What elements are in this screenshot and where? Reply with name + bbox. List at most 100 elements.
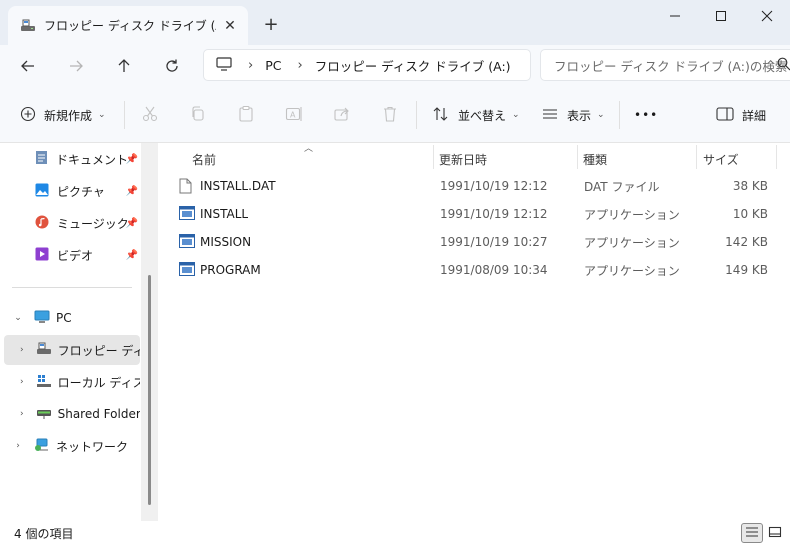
share-button[interactable] [333, 99, 351, 131]
chevron-down-icon[interactable]: ⌄ [12, 313, 24, 323]
sidebar-item-pictures[interactable]: ピクチャ 📌 [0, 176, 140, 206]
table-row[interactable]: PROGRAM 1991/08/09 10:34 アプリケーション 149 KB [176, 257, 776, 283]
videos-icon [35, 247, 49, 264]
minimize-icon[interactable] [652, 0, 698, 32]
breadcrumb-floppy[interactable]: フロッピー ディスク ドライブ (A:) [315, 56, 511, 75]
sidebar-divider [12, 287, 132, 288]
paste-button[interactable] [237, 99, 255, 131]
sidebar-scrollbar[interactable] [141, 143, 158, 521]
file-list: ︿ 名前 更新日時 種類 サイズ INSTALL.DAT 1991/10/19 … [160, 143, 790, 521]
chevron-right-icon[interactable]: › [20, 409, 24, 419]
file-type: アプリケーション [584, 207, 680, 222]
pin-icon[interactable]: 📌 [126, 250, 138, 261]
tab-title: フロッピー ディスク ドライブ (A:) [44, 19, 216, 33]
chevron-right-icon[interactable]: › [12, 441, 24, 451]
breadcrumb-chevron-icon: › [248, 57, 254, 73]
file-type: アプリケーション [584, 235, 680, 250]
new-tab-button[interactable]: + [258, 11, 284, 37]
more-options-button[interactable]: ••• [634, 99, 658, 131]
address-bar[interactable]: › PC › フロッピー ディスク ドライブ (A:) [203, 49, 531, 81]
cut-button[interactable] [141, 99, 159, 131]
network-icon [34, 438, 50, 455]
chevron-right-icon[interactable]: › [20, 345, 24, 355]
scissors-icon [141, 105, 159, 126]
sidebar-item-shared-folders[interactable]: › Shared Folders [0, 399, 140, 429]
file-icon [179, 178, 192, 197]
details-view-icon [745, 526, 759, 541]
floppy-drive-icon [20, 19, 36, 33]
column-header-name[interactable]: 名前 [192, 147, 216, 171]
sidebar-item-local-disk[interactable]: › ローカル ディスク (C:) [0, 367, 140, 397]
file-date: 1991/10/19 10:27 [440, 235, 548, 249]
file-date: 1991/10/19 12:12 [440, 179, 548, 193]
breadcrumb-chevron-icon: › [297, 57, 303, 73]
pin-icon[interactable]: 📌 [126, 218, 138, 229]
search-input[interactable]: フロッピー ディスク ドライブ (A:)の検索 [540, 49, 790, 81]
command-bar: 新規作成 ⌄ A 並べ替え ⌄ 表示 ⌄ ••• 詳細 [0, 87, 790, 143]
divider [124, 101, 125, 129]
column-separator[interactable] [776, 145, 777, 169]
table-row[interactable]: INSTALL.DAT 1991/10/19 12:12 DAT ファイル 38… [176, 173, 776, 199]
details-pane-icon [716, 106, 734, 125]
pin-icon[interactable]: 📌 [126, 154, 138, 165]
file-size: 10 KB [732, 207, 768, 221]
new-button[interactable]: 新規作成 ⌄ [20, 99, 106, 131]
file-size: 142 KB [725, 235, 768, 249]
divider [416, 101, 417, 129]
tab-floppy-drive[interactable]: フロッピー ディスク ドライブ (A:) ✕ [8, 6, 248, 45]
scrollbar-thumb[interactable] [148, 275, 151, 505]
forward-arrow-icon[interactable] [61, 51, 91, 81]
column-header-size[interactable]: サイズ [703, 147, 739, 171]
sort-ascending-icon: ︿ [304, 144, 314, 154]
maximize-icon[interactable] [698, 0, 744, 32]
clipboard-icon [237, 105, 255, 126]
column-header-date[interactable]: 更新日時 [439, 147, 487, 171]
sidebar-item-videos[interactable]: ビデオ 📌 [0, 240, 140, 270]
network-drive-icon [36, 406, 52, 423]
copy-icon [189, 105, 207, 126]
chevron-down-icon: ⌄ [512, 110, 520, 120]
app-icon [179, 234, 195, 251]
app-icon [179, 206, 195, 223]
breadcrumb-pc[interactable]: PC [265, 58, 281, 73]
local-disk-icon [36, 374, 52, 391]
sort-button[interactable]: 並べ替え ⌄ [432, 99, 520, 131]
up-arrow-icon[interactable] [109, 51, 139, 81]
back-arrow-icon[interactable] [13, 51, 43, 81]
file-type: DAT ファイル [584, 179, 660, 194]
sidebar-item-documents[interactable]: ドキュメント 📌 [0, 144, 140, 174]
large-icons-view-button[interactable] [764, 523, 786, 543]
chevron-down-icon: ⌄ [98, 110, 106, 120]
plus-circle-icon [20, 106, 36, 125]
details-view-button[interactable] [741, 523, 763, 543]
sidebar-item-network[interactable]: › ネットワーク [0, 431, 140, 461]
table-row[interactable]: INSTALL 1991/10/19 12:12 アプリケーション 10 KB [176, 201, 776, 227]
file-name: INSTALL [200, 207, 249, 221]
computer-icon [216, 56, 232, 74]
documents-icon [35, 150, 48, 168]
column-separator[interactable] [577, 145, 578, 169]
share-icon [333, 105, 351, 126]
details-pane-button[interactable]: 詳細 [716, 99, 766, 131]
refresh-icon[interactable] [157, 51, 187, 81]
delete-button[interactable] [381, 99, 399, 131]
sidebar-item-pc[interactable]: ⌄ PC [0, 303, 140, 333]
pictures-icon [35, 183, 49, 200]
view-button[interactable]: 表示 ⌄ [541, 99, 605, 131]
column-header-type[interactable]: 種類 [583, 147, 607, 171]
copy-button[interactable] [189, 99, 207, 131]
sidebar-item-floppy-drive[interactable]: › フロッピー ディスク ドライブ (A:) [4, 335, 140, 365]
rename-button[interactable]: A [285, 99, 303, 131]
table-row[interactable]: MISSION 1991/10/19 10:27 アプリケーション 142 KB [176, 229, 776, 255]
close-window-icon[interactable] [744, 0, 790, 32]
view-lines-icon [541, 105, 559, 126]
sidebar-item-music[interactable]: ミュージック 📌 [0, 208, 140, 238]
close-tab-icon[interactable]: ✕ [216, 12, 244, 40]
sort-arrows-icon [432, 105, 450, 126]
chevron-right-icon[interactable]: › [20, 377, 24, 387]
column-separator[interactable] [433, 145, 434, 169]
pin-icon[interactable]: 📌 [126, 186, 138, 197]
pc-icon [34, 310, 50, 327]
column-separator[interactable] [696, 145, 697, 169]
search-icon[interactable] [777, 57, 790, 74]
